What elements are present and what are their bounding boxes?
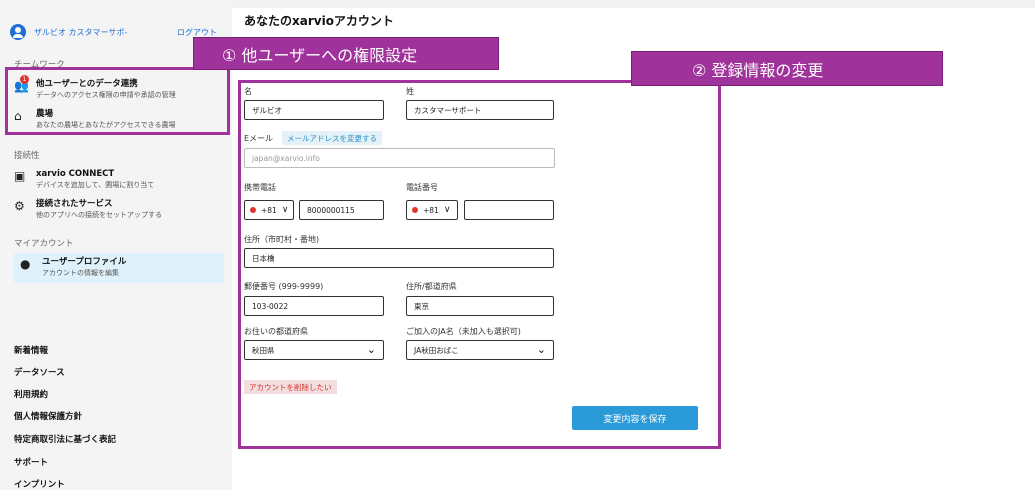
page-title: あなたのxarvioアカウント (244, 14, 394, 28)
user-name: ザルビオ カスタマーサポ- (34, 27, 128, 37)
sidebar-item-xarvio-connect[interactable]: ▣ xarvio CONNECT デバイスを追加して、圃場に割り当て (14, 169, 224, 190)
footer-link-commercial-law[interactable]: 特定商取引法に基づく表記 (14, 433, 116, 445)
footer-link-terms[interactable]: 利用規約 (14, 388, 48, 400)
logout-link[interactable]: ログアウト (177, 27, 217, 38)
sidebar-item-desc: 他のアプリへの接続をセットアップする (36, 211, 162, 219)
sidebar-item-desc: アカウントの情報を編集 (42, 269, 119, 277)
sidebar-item-user-profile[interactable]: ● ユーザープロファイル アカウントの情報を編集 (14, 253, 224, 283)
annotation-label-2: ② 登録情報の変更 (631, 51, 943, 86)
avatar-icon (10, 24, 26, 40)
annotation-frame-2 (238, 80, 721, 449)
sidebar-item-connected-services[interactable]: ⚙ 接続されたサービス 他のアプリへの接続をセットアップする (14, 199, 224, 220)
annotation-frame-1 (5, 67, 230, 135)
account-section-label: マイアカウント (14, 239, 74, 249)
annotation-label-1: ① 他ユーザーへの権限設定 (193, 37, 499, 70)
footer-link-imprint[interactable]: インプリント (14, 478, 65, 490)
footer-link-news[interactable]: 新着情報 (14, 344, 48, 356)
sidebar-item-title: 接続されたサービス (36, 199, 113, 209)
connectivity-section-label: 接続性 (14, 151, 40, 161)
gear-icon: ⚙ (14, 199, 25, 213)
sidebar-item-desc: デバイスを追加して、圃場に割り当て (36, 181, 155, 189)
footer-link-support[interactable]: サポート (14, 456, 48, 468)
footer-link-data-sources[interactable]: データソース (14, 366, 65, 378)
device-icon: ▣ (14, 169, 26, 183)
user-icon: ● (20, 257, 31, 271)
sidebar-item-title: xarvio CONNECT (36, 169, 115, 179)
footer-link-privacy[interactable]: 個人情報保護方針 (14, 410, 82, 422)
sidebar-item-title: ユーザープロファイル (42, 257, 127, 267)
